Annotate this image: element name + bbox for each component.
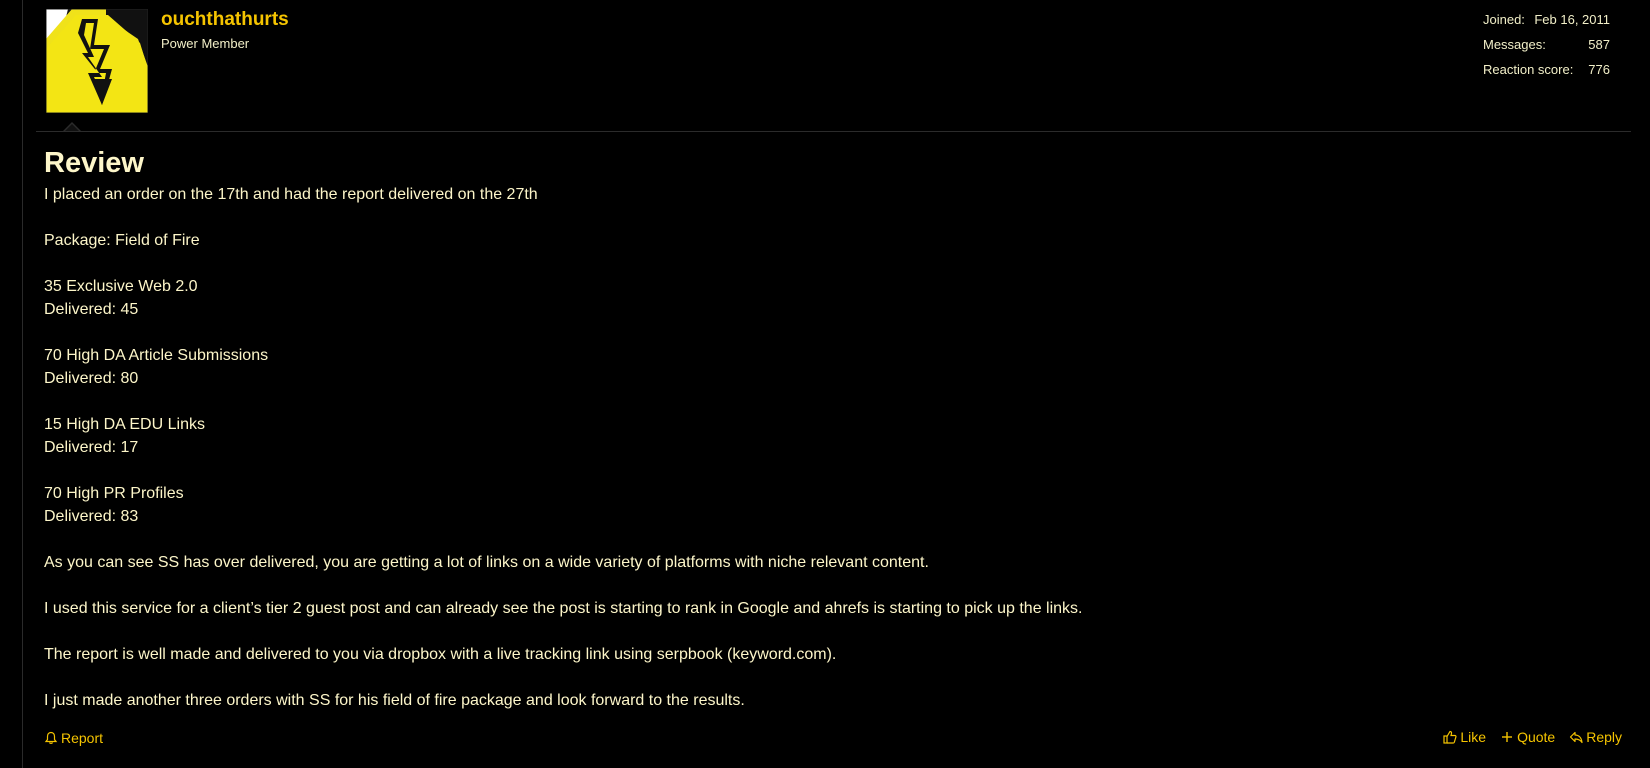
stat-value: 776 [1588,62,1610,77]
user-avatar[interactable] [46,9,148,113]
post-line: 35 Exclusive Web 2.0 [44,278,198,295]
post-line: Delivered: 17 [44,439,139,456]
reply-label: Reply [1586,729,1622,745]
post-actions: Like Quote Reply [1429,729,1622,745]
left-rail-divider [22,0,23,768]
post-title: Review [44,147,144,179]
post-line: 70 High PR Profiles [44,485,184,502]
separator-arrow-inner [65,124,79,131]
post-line: I just made another three orders with SS… [44,692,745,709]
post-line: I placed an order on the 17th and had th… [44,186,538,203]
report-label: Report [61,730,104,746]
stat-label: Reaction score: [1483,62,1574,77]
stat-label: Joined: [1483,12,1525,27]
stat-label: Messages: [1483,37,1546,52]
post-content: I placed an order on the 17th and had th… [44,183,1624,712]
post-line: Delivered: 45 [44,301,139,318]
post-line: 70 High DA Article Submissions [44,347,269,364]
quote-label: Quote [1517,729,1556,745]
bell-icon [44,731,58,745]
user-stats: Joined: Feb 16, 2011 Messages: 587 React… [1483,12,1610,87]
like-button[interactable]: Like [1443,729,1486,745]
like-label: Like [1460,729,1487,745]
stat-reaction-score: Reaction score: 776 [1483,62,1610,87]
report-button[interactable]: Report [44,729,103,747]
stat-value[interactable]: 587 [1588,37,1610,53]
post-line: Package: Field of Fire [44,232,200,249]
post-line: Delivered: 83 [44,508,139,525]
user-title: Power Member [161,36,250,51]
reply-icon [1569,730,1583,744]
stat-messages: Messages: 587 [1483,37,1610,62]
stat-joined: Joined: Feb 16, 2011 [1483,12,1610,37]
post-line: Delivered: 80 [44,370,139,387]
post-line: 15 High DA EDU Links [44,416,205,433]
post-separator [36,131,1631,132]
post-line: The report is well made and delivered to… [44,646,837,663]
post-line: As you can see SS has over delivered, yo… [44,554,929,571]
plus-icon [1500,730,1514,744]
stat-value: Feb 16, 2011 [1534,12,1610,27]
reply-button[interactable]: Reply [1569,729,1622,745]
thumbs-up-icon [1443,730,1457,744]
username[interactable]: ouchthathurts [161,9,289,31]
high-voltage-avatar-icon [46,9,148,113]
quote-button[interactable]: Quote [1500,729,1555,745]
post-line: I used this service for a client’s tier … [44,600,1083,617]
forum-post: ouchthathurts Power Member Joined: Feb 1… [0,0,1650,768]
